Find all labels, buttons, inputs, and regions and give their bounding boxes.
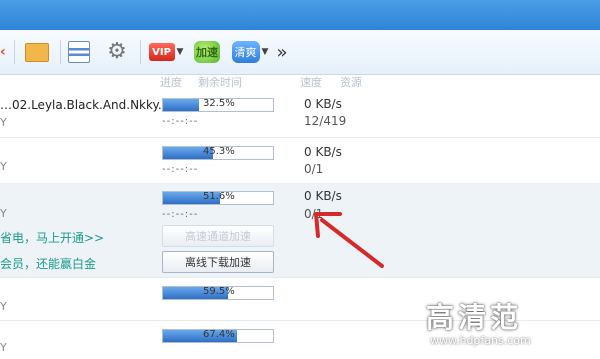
arrow-shaft	[320, 218, 384, 268]
watermark-url: www.hdpfans.com	[430, 334, 531, 347]
watermark: 高清范 www.hdpfans.com	[426, 296, 556, 352]
watermark-title: 高清范	[426, 301, 523, 334]
